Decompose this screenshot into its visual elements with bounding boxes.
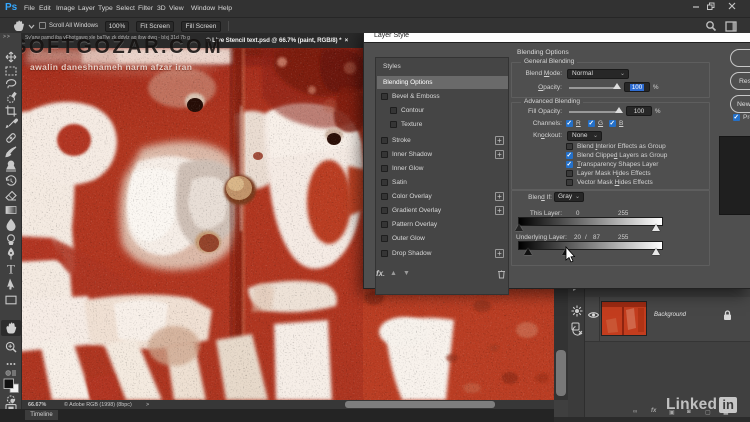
svg-text:T: T	[7, 262, 15, 277]
